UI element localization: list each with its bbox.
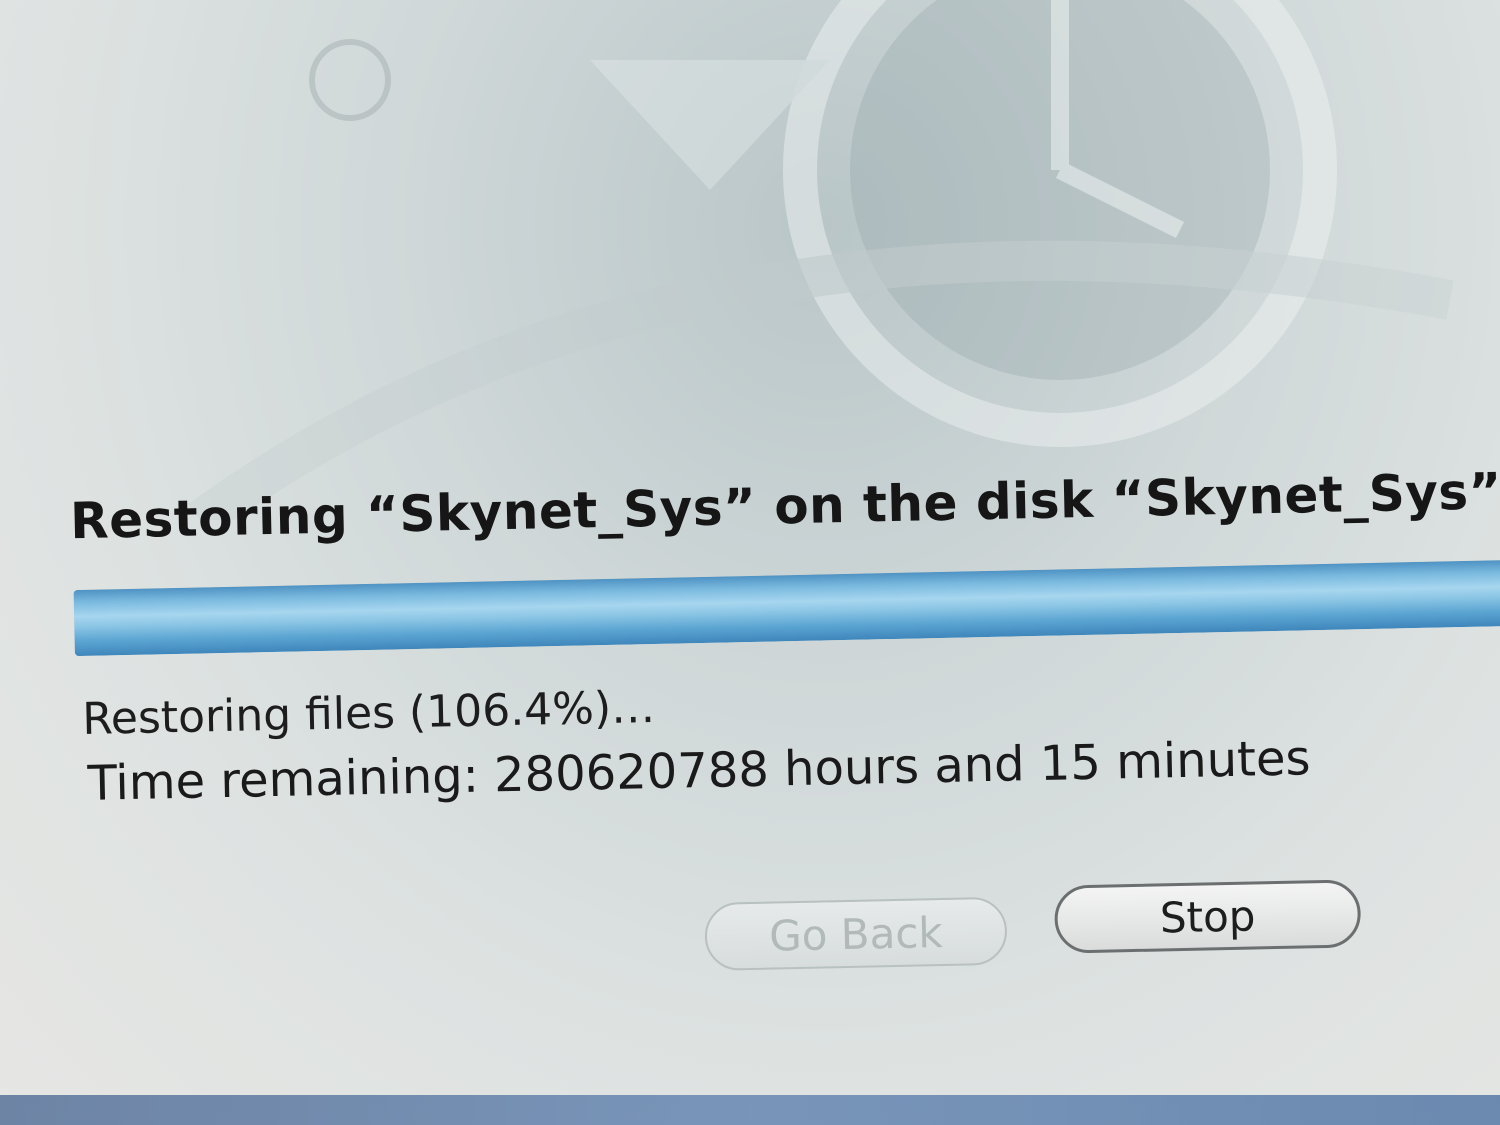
status-prefix: Restoring files xyxy=(81,687,410,745)
time-remaining: Time remaining: 280620788 hours and 15 m… xyxy=(87,730,1311,812)
status-text: Restoring files 106.4 xyxy=(82,682,656,745)
go-back-button[interactable]: Go Back xyxy=(704,896,1008,971)
progress-bar xyxy=(73,559,1500,657)
restore-dialog: Restoring “Skynet_Sys” on the disk “Skyn… xyxy=(0,0,1500,1125)
screen: Restoring “Skynet_Sys” on the disk “Skyn… xyxy=(0,0,1500,1125)
status-ellipsis xyxy=(611,682,656,734)
status-percent: 106.4 xyxy=(408,683,611,738)
progress-bar-fill xyxy=(73,559,1500,657)
restore-title: Restoring “Skynet_Sys” on the disk “Skyn… xyxy=(69,462,1500,551)
stop-button[interactable]: Stop xyxy=(1053,879,1362,954)
screen-bottom-edge xyxy=(0,1095,1500,1125)
